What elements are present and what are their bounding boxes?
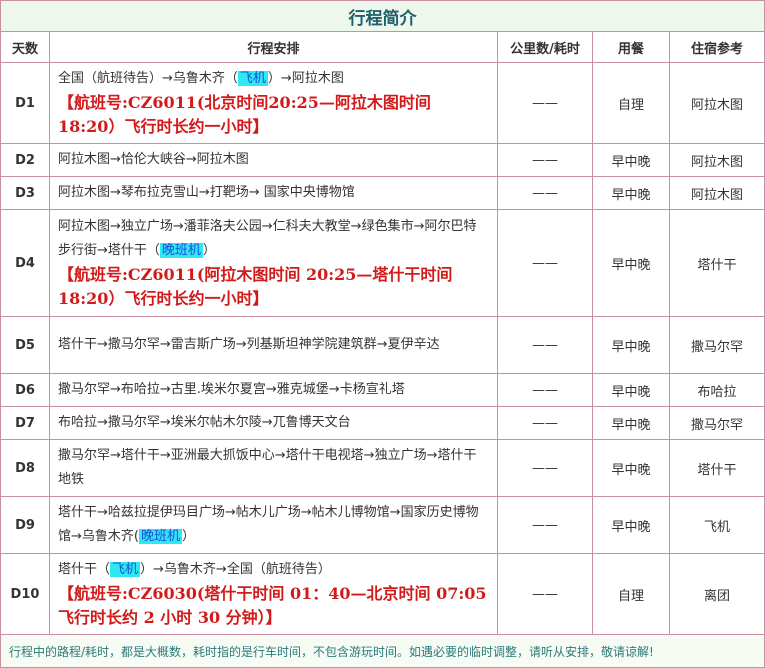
header-day: 天数 xyxy=(0,31,50,63)
transport-highlight: 飞机 xyxy=(237,71,268,86)
hotel-cell: 塔什干 xyxy=(668,439,765,497)
itinerary-row: D8 撒马尔罕→塔什干→亚洲最大抓饭中心→塔什干电视塔→独立广场→塔什干地铁 —— 早… xyxy=(0,439,765,497)
day-label: D9 xyxy=(0,496,50,554)
day-label: D2 xyxy=(0,143,50,177)
transport-highlight: 晚班机 xyxy=(138,529,182,544)
itinerary-row: D3 阿拉木图→琴布拉克雪山→打靶场→ 国家中央博物馆 —— 早中晚 阿拉木图 xyxy=(0,176,765,210)
route-text-tail: ） xyxy=(181,529,195,544)
hotel-cell: 撒马尔罕 xyxy=(668,406,765,440)
plan-cell: 阿拉木图→恰伦大峡谷→阿拉木图 xyxy=(49,143,498,177)
route-text: 撒马尔罕→布哈拉→古里.埃米尔夏宫→雅克城堡→卡杨宣礼塔 xyxy=(58,382,405,397)
meals-cell: 早中晚 xyxy=(592,316,670,374)
distance-cell: —— xyxy=(497,496,593,554)
meals-cell: 早中晚 xyxy=(592,176,670,210)
plan-cell: 阿拉木图→琴布拉克雪山→打靶场→ 国家中央博物馆 xyxy=(49,176,498,210)
itinerary-row: D10 塔什干（ 飞机 ）→乌鲁木齐→全国（航班待告） 【航班号:CZ6030(塔什干时… xyxy=(0,553,765,635)
hotel-cell: 布哈拉 xyxy=(668,373,765,407)
route-text: 塔什干→哈兹拉提伊玛目广场→帖木儿广场→帖木儿博物馆→国家历史博物馆→乌鲁木齐( xyxy=(58,505,479,544)
distance-cell: —— xyxy=(497,439,593,497)
distance-cell: —— xyxy=(497,143,593,177)
hotel-cell: 阿拉木图 xyxy=(668,62,765,144)
itinerary-document: 行程简介 天数 行程安排 公里数/耗时 用餐 住宿参考 D1 全国（航班待告）→乌… xyxy=(0,0,765,668)
meals-cell: 自理 xyxy=(592,62,670,144)
plan-cell: 阿拉木图→独立广场→潘菲洛夫公园→仁科夫大教堂→绿色集市→阿尔巴特步行街→塔什干… xyxy=(49,209,498,317)
day-label: D10 xyxy=(0,553,50,635)
route-text: 塔什干（ xyxy=(58,562,111,577)
distance-cell: —— xyxy=(497,406,593,440)
plan-cell: 塔什干→哈兹拉提伊玛目广场→帖木儿广场→帖木儿博物馆→国家历史博物馆→乌鲁木齐(… xyxy=(49,496,498,554)
plan-cell: 全国（航班待告）→乌鲁木齐（ 飞机 ）→阿拉木图【航班号:CZ6011(北京时间20… xyxy=(49,62,498,144)
transport-highlight: 飞机 xyxy=(110,562,141,577)
flight-info: 【航班号:CZ6011(阿拉木图时间 20:25—塔什干时间 18:20）飞行时… xyxy=(58,265,453,308)
hotel-cell: 塔什干 xyxy=(668,209,765,317)
plan-cell: 塔什干→撒马尔罕→雷吉斯广场→列基斯坦神学院建筑群→夏伊辛达 xyxy=(49,316,498,374)
flight-info: 【航班号:CZ6011(北京时间20:25—阿拉木图时间 18:20）飞行时长约… xyxy=(58,93,431,136)
meals-cell: 早中晚 xyxy=(592,439,670,497)
hotel-cell: 飞机 xyxy=(668,496,765,554)
route-text: 撒马尔罕→塔什干→亚洲最大抓饭中心→塔什干电视塔→独立广场→塔什干地铁 xyxy=(58,448,477,487)
header-hotel: 住宿参考 xyxy=(668,31,765,63)
meals-cell: 早中晚 xyxy=(592,143,670,177)
distance-cell: —— xyxy=(497,316,593,374)
route-text: 塔什干→撒马尔罕→雷吉斯广场→列基斯坦神学院建筑群→夏伊辛达 xyxy=(58,337,440,352)
day-label: D8 xyxy=(0,439,50,497)
route-text: 布哈拉→撒马尔罕→埃米尔帖木尔陵→兀鲁博天文台 xyxy=(58,415,351,430)
meals-cell: 自理 xyxy=(592,553,670,635)
distance-cell: —— xyxy=(497,209,593,317)
meals-cell: 早中晚 xyxy=(592,496,670,554)
itinerary-row: D1 全国（航班待告）→乌鲁木齐（ 飞机 ）→阿拉木图 【航班号:CZ6011(北京时间… xyxy=(0,62,765,144)
itinerary-row: D5 塔什干→撒马尔罕→雷吉斯广场→列基斯坦神学院建筑群→夏伊辛达 —— 早中晚 撒马尔… xyxy=(0,316,765,374)
flight-info: 【航班号:CZ6030(塔什干时间 01：40—北京时间 07:05 飞行时长约… xyxy=(58,584,487,627)
meals-cell: 早中晚 xyxy=(592,373,670,407)
route-text-tail: ）→乌鲁木齐→全国（航班待告） xyxy=(140,562,331,577)
itinerary-table: 行程简介 天数 行程安排 公里数/耗时 用餐 住宿参考 D1 全国（航班待告）→乌… xyxy=(0,0,765,668)
table-title: 行程简介 xyxy=(0,0,765,32)
day-label: D7 xyxy=(0,406,50,440)
header-plan: 行程安排 xyxy=(49,31,498,63)
route-text: 全国（航班待告）→乌鲁木齐（ xyxy=(58,71,238,86)
meals-cell: 早中晚 xyxy=(592,406,670,440)
route-text: 阿拉木图→琴布拉克雪山→打靶场→ 国家中央博物馆 xyxy=(58,185,355,200)
day-label: D5 xyxy=(0,316,50,374)
hotel-cell: 离团 xyxy=(668,553,765,635)
transport-highlight: 晚班机 xyxy=(159,243,203,258)
distance-cell: —— xyxy=(497,176,593,210)
hotel-cell: 阿拉木图 xyxy=(668,143,765,177)
plan-cell: 撒马尔罕→布哈拉→古里.埃米尔夏宫→雅克城堡→卡杨宣礼塔 xyxy=(49,373,498,407)
footnote: 行程中的路程/耗时，都是大概数，耗时指的是行车时间，不包含游玩时间。如遇必要的临… xyxy=(0,634,765,668)
day-label: D6 xyxy=(0,373,50,407)
distance-cell: —— xyxy=(497,553,593,635)
plan-cell: 布哈拉→撒马尔罕→埃米尔帖木尔陵→兀鲁博天文台 xyxy=(49,406,498,440)
itinerary-row: D6 撒马尔罕→布哈拉→古里.埃米尔夏宫→雅克城堡→卡杨宣礼塔 —— 早中晚 布哈拉 xyxy=(0,373,765,407)
hotel-cell: 阿拉木图 xyxy=(668,176,765,210)
itinerary-row: D7 布哈拉→撒马尔罕→埃米尔帖木尔陵→兀鲁博天文台 —— 早中晚 撒马尔罕 xyxy=(0,406,765,440)
plan-cell: 塔什干（ 飞机 ）→乌鲁木齐→全国（航班待告） 【航班号:CZ6030(塔什干时间 0… xyxy=(49,553,498,635)
meals-cell: 早中晚 xyxy=(592,209,670,317)
plan-cell: 撒马尔罕→塔什干→亚洲最大抓饭中心→塔什干电视塔→独立广场→塔什干地铁 xyxy=(49,439,498,497)
itinerary-row: D9 塔什干→哈兹拉提伊玛目广场→帖木儿广场→帖木儿博物馆→国家历史博物馆→乌鲁木… xyxy=(0,496,765,554)
route-text: 阿拉木图→恰伦大峡谷→阿拉木图 xyxy=(58,152,249,167)
itinerary-row: D4 阿拉木图→独立广场→潘菲洛夫公园→仁科夫大教堂→绿色集市→阿尔巴特步行街→塔… xyxy=(0,209,765,317)
distance-cell: —— xyxy=(497,62,593,144)
route-text: 阿拉木图→独立广场→潘菲洛夫公园→仁科夫大教堂→绿色集市→阿尔巴特步行街→塔什干… xyxy=(58,219,477,258)
itinerary-row: D2 阿拉木图→恰伦大峡谷→阿拉木图 —— 早中晚 阿拉木图 xyxy=(0,143,765,177)
distance-cell: —— xyxy=(497,373,593,407)
day-label: D3 xyxy=(0,176,50,210)
route-text-tail: ） xyxy=(202,243,216,258)
header-row: 天数 行程安排 公里数/耗时 用餐 住宿参考 xyxy=(0,31,765,63)
header-meals: 用餐 xyxy=(592,31,670,63)
hotel-cell: 撒马尔罕 xyxy=(668,316,765,374)
route-text-tail: ）→阿拉木图 xyxy=(267,71,344,86)
day-label: D4 xyxy=(0,209,50,317)
day-label: D1 xyxy=(0,62,50,144)
header-distance: 公里数/耗时 xyxy=(497,31,593,63)
